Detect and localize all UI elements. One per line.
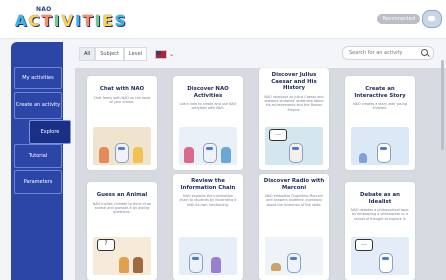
child-figure	[133, 147, 143, 163]
robot-figure	[289, 143, 303, 163]
card-illustration	[179, 237, 237, 275]
logo-letter: A	[15, 12, 27, 30]
user-area: Reconnected	[377, 10, 442, 28]
chevron-down-icon[interactable]: ⌄	[169, 51, 174, 58]
card-title: Review the Information Chain	[180, 178, 236, 191]
filter-tab-subject[interactable]: Subject	[95, 47, 124, 61]
child-figure	[133, 257, 143, 273]
logo-letter: V	[61, 12, 74, 30]
card-title: Discover Radio with Marconi	[263, 178, 325, 191]
connection-status-badge: Reconnected	[377, 14, 420, 24]
logo-letter: T	[82, 12, 93, 30]
book-icon	[359, 153, 367, 163]
robot-figure	[189, 253, 203, 273]
search-box[interactable]	[342, 46, 434, 60]
activity-card[interactable]: Discover Radio with Marconi NAO embodies…	[259, 174, 329, 280]
filter-bar: All Subject Level ⌄	[79, 47, 174, 61]
card-description: Learn how to create and use NAO activiti…	[179, 102, 237, 111]
card-illustration: …	[265, 127, 323, 165]
filter-tab-all[interactable]: All	[79, 47, 96, 61]
logo-letter: C	[28, 12, 40, 30]
main-content: All Subject Level ⌄ Chat with NAO Chat f…	[75, 42, 446, 280]
card-description: NAO embodies Guglielmo Marconi and answe…	[265, 194, 323, 207]
card-description: Chat freely with NAO on the topic of you…	[93, 95, 151, 104]
logo-letter: E	[102, 12, 113, 30]
activity-grid: Chat with NAO Chat freely with NAO on th…	[75, 68, 446, 280]
card-title: Discover Julius Caesar and His History	[271, 72, 317, 91]
logo-letter: I	[53, 12, 60, 30]
card-description: NAO roleplays as Julius Caesar and answe…	[264, 94, 324, 112]
card-illustration	[351, 127, 409, 165]
page-scrollbar[interactable]	[441, 60, 444, 150]
speech-bubble-icon: …	[355, 239, 373, 251]
card-title: Debate as an Idealist	[360, 192, 400, 205]
radio-icon	[271, 263, 281, 271]
robot-figure	[287, 253, 301, 273]
us-flag-icon[interactable]	[155, 49, 168, 59]
card-description: NAO invites children to think of an anim…	[92, 201, 152, 215]
logo-letter: I	[94, 12, 101, 30]
child-figure	[221, 147, 231, 163]
activity-card[interactable]: Create an Interactive Story NAO creates …	[345, 76, 415, 170]
activity-card[interactable]: Chat with NAO Chat freely with NAO on th…	[87, 76, 157, 170]
card-title: Create an Interactive Story	[354, 86, 406, 99]
sidebar-item-create-activity[interactable]: Create an activity	[14, 92, 62, 119]
speech-bubble-icon: …	[269, 129, 287, 141]
activity-card[interactable]: Discover NAO Activities Learn how to cre…	[173, 76, 243, 170]
card-title: Discover NAO Activities	[187, 86, 229, 99]
activity-card[interactable]: Review the Information Chain NAO explain…	[173, 174, 243, 280]
search-input[interactable]	[349, 50, 419, 56]
card-illustration	[179, 127, 237, 165]
sidebar-item-parameters[interactable]: Parameters	[14, 170, 62, 194]
card-description: NAO explains the information chain to st…	[179, 194, 237, 207]
sidebar-item-my-activities[interactable]: My activities	[14, 67, 62, 89]
sidebar-item-explore[interactable]: Explore	[29, 120, 71, 144]
child-figure	[184, 147, 194, 163]
child-figure	[99, 147, 109, 163]
robot-figure	[203, 143, 217, 163]
card-illustration	[265, 237, 323, 275]
card-illustration: ?	[93, 237, 151, 275]
card-description: NAO debates a philosophical topic by emb…	[350, 208, 410, 221]
robot-figure	[377, 143, 391, 163]
logo-letter: I	[75, 12, 81, 30]
sidebar-item-tutorial[interactable]: Tutorial	[14, 144, 62, 168]
robot-figure	[379, 253, 393, 273]
search-icon[interactable]	[421, 49, 428, 56]
logo-letter: S	[114, 12, 126, 30]
card-title: Chat with NAO	[99, 86, 145, 92]
filter-tab-level[interactable]: Level	[123, 47, 148, 61]
sidebar: My activities Create an activity Explore…	[11, 42, 71, 280]
activity-card[interactable]: Discover Julius Caesar and His History N…	[259, 68, 329, 170]
card-illustration: …	[351, 237, 409, 275]
card-title: Guess an Animal	[96, 192, 148, 198]
top-bar: NAO A C T I V I T I E S Reconnected	[0, 0, 446, 39]
logo-title: A C T I V I T I E S	[14, 12, 127, 30]
activity-card[interactable]: Debate as an Idealist NAO debates a phil…	[345, 182, 415, 280]
robot-figure	[115, 143, 129, 163]
robot-avatar-icon[interactable]	[422, 10, 442, 28]
speech-bubble-icon: ?	[97, 239, 115, 251]
activity-card[interactable]: Guess an Animal NAO invites children to …	[87, 182, 157, 280]
child-figure	[211, 257, 221, 273]
child-figure	[119, 257, 129, 273]
logo-letter: T	[41, 12, 52, 30]
card-illustration	[93, 127, 151, 165]
card-description: NAO creates a story with young children.	[353, 102, 407, 111]
